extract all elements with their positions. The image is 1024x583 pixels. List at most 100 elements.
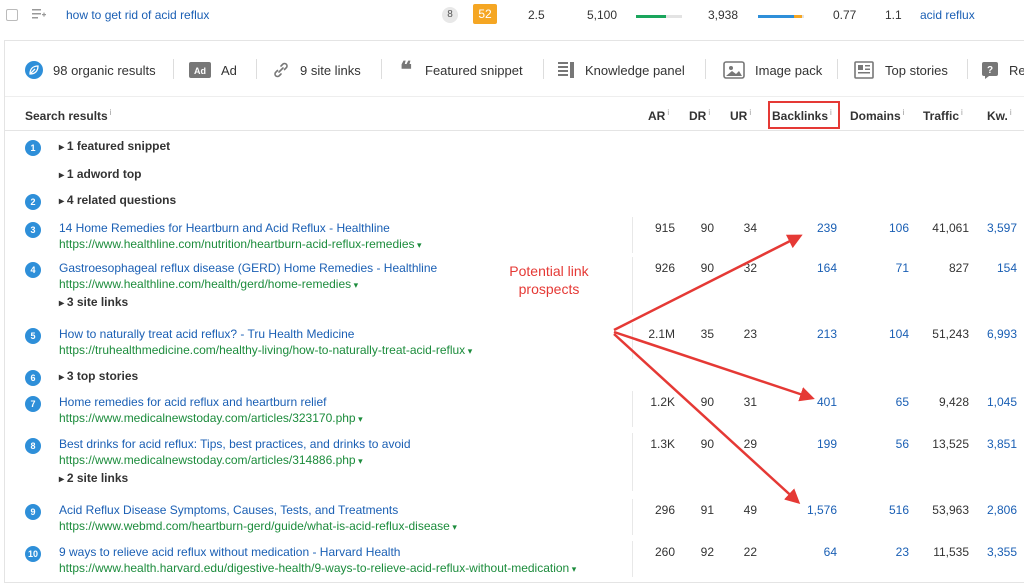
backlinks-cell[interactable]: 64 bbox=[805, 545, 837, 559]
result-title-link[interactable]: How to naturally treat acid reflux? - Tr… bbox=[59, 327, 354, 341]
feature-organic-results[interactable]: 98 organic results bbox=[25, 61, 156, 79]
ur-cell: 31 bbox=[743, 395, 757, 409]
dr-cell: 90 bbox=[700, 437, 714, 451]
rr-value: 1.1 bbox=[885, 8, 902, 22]
ar-cell: 915 bbox=[654, 221, 675, 235]
backlinks-cell[interactable]: 199 bbox=[805, 437, 837, 451]
dr-cell: 35 bbox=[700, 327, 714, 341]
header-dr[interactable]: DR i bbox=[689, 108, 710, 123]
result-title-link[interactable]: Home remedies for acid reflux and heartb… bbox=[59, 395, 326, 409]
domains-cell[interactable]: 104 bbox=[875, 327, 909, 341]
traffic-cell: 827 bbox=[948, 261, 969, 275]
ad-icon: Ad bbox=[189, 61, 211, 79]
column-divider bbox=[632, 257, 633, 315]
traffic-cell: 9,428 bbox=[938, 395, 969, 409]
image-icon bbox=[723, 61, 745, 79]
backlinks-highlight-box bbox=[768, 101, 840, 129]
domains-cell[interactable]: 106 bbox=[875, 221, 909, 235]
backlinks-cell[interactable]: 164 bbox=[805, 261, 837, 275]
group-toggle[interactable]: 4 related questions bbox=[59, 193, 176, 207]
kw-cell[interactable]: 3,851 bbox=[985, 437, 1017, 451]
question-icon: ? bbox=[981, 61, 999, 79]
ar-cell: 1.3K bbox=[650, 437, 675, 451]
domains-cell[interactable]: 516 bbox=[875, 503, 909, 517]
position-badge: 10 bbox=[25, 546, 41, 562]
site-links-toggle[interactable]: 2 site links bbox=[59, 471, 128, 485]
column-divider bbox=[632, 323, 633, 359]
knowledge-panel-icon bbox=[557, 61, 575, 79]
group-toggle[interactable]: 3 top stories bbox=[59, 369, 138, 383]
kw-cell[interactable]: 3,355 bbox=[985, 545, 1017, 559]
result-title-link[interactable]: 14 Home Remedies for Heartburn and Acid … bbox=[59, 221, 390, 235]
dr-cell: 90 bbox=[700, 395, 714, 409]
result-title-link[interactable]: Best drinks for acid reflux: Tips, best … bbox=[59, 437, 411, 451]
feature-image-pack[interactable]: Image pack bbox=[723, 61, 822, 79]
domains-cell[interactable]: 23 bbox=[875, 545, 909, 559]
serp-features-count[interactable]: 8 bbox=[442, 7, 458, 23]
header-ur[interactable]: UR i bbox=[730, 108, 751, 123]
serp-features-bar: 98 organic results Ad Ad 9 site links ❝ … bbox=[5, 41, 1024, 97]
kw-cell[interactable]: 3,597 bbox=[985, 221, 1017, 235]
ar-cell: 260 bbox=[654, 545, 675, 559]
position-badge: 5 bbox=[25, 328, 41, 344]
header-search-results: Search results i bbox=[25, 108, 112, 123]
column-divider bbox=[632, 499, 633, 535]
result-url-link[interactable]: https://www.healthline.com/nutrition/hea… bbox=[59, 237, 422, 251]
feature-knowledge-panel[interactable]: Knowledge panel bbox=[557, 61, 685, 79]
row-checkbox[interactable] bbox=[6, 9, 18, 21]
header-ar[interactable]: AR i bbox=[648, 108, 669, 123]
ur-cell: 22 bbox=[743, 545, 757, 559]
header-traffic[interactable]: Traffic i bbox=[923, 108, 963, 123]
add-to-list-icon[interactable] bbox=[32, 8, 46, 20]
header-domains[interactable]: Domains i bbox=[850, 108, 904, 123]
traffic-cell: 51,243 bbox=[932, 327, 969, 341]
traffic-cell: 53,963 bbox=[932, 503, 969, 517]
parent-topic-link[interactable]: acid reflux bbox=[920, 8, 975, 22]
kw-cell[interactable]: 154 bbox=[985, 261, 1017, 275]
position-badge: 2 bbox=[25, 194, 41, 210]
keyword-row: how to get rid of acid reflux 8 52 2.5 5… bbox=[0, 0, 1024, 32]
domains-cell[interactable]: 65 bbox=[875, 395, 909, 409]
feature-site-links[interactable]: 9 site links bbox=[272, 61, 361, 79]
group-toggle[interactable]: 1 featured snippet bbox=[59, 139, 170, 153]
leaf-icon bbox=[25, 61, 43, 79]
feature-related-questions[interactable]: ? Re bbox=[981, 61, 1024, 79]
backlinks-cell[interactable]: 1,576 bbox=[805, 503, 837, 517]
backlinks-cell[interactable]: 401 bbox=[805, 395, 837, 409]
result-url-link[interactable]: https://www.medicalnewstoday.com/article… bbox=[59, 453, 363, 467]
header-keywords[interactable]: Kw. i bbox=[987, 108, 1012, 123]
kw-cell[interactable]: 6,993 bbox=[985, 327, 1017, 341]
position-badge: 1 bbox=[25, 140, 41, 156]
result-title-link[interactable]: Acid Reflux Disease Symptoms, Causes, Te… bbox=[59, 503, 398, 517]
domains-cell[interactable]: 56 bbox=[875, 437, 909, 451]
annotation-label: Potential link prospects bbox=[509, 263, 589, 297]
backlinks-cell[interactable]: 239 bbox=[805, 221, 837, 235]
backlinks-cell[interactable]: 213 bbox=[805, 327, 837, 341]
result-title-link[interactable]: 9 ways to relieve acid reflux without me… bbox=[59, 545, 400, 559]
dr-cell: 90 bbox=[700, 221, 714, 235]
result-title-link[interactable]: Gastroesophageal reflux disease (GERD) H… bbox=[59, 261, 437, 275]
ar-cell: 296 bbox=[654, 503, 675, 517]
result-url-link[interactable]: https://www.medicalnewstoday.com/article… bbox=[59, 411, 363, 425]
cpc-value: 2.5 bbox=[528, 8, 545, 22]
domains-cell[interactable]: 71 bbox=[875, 261, 909, 275]
keyword-difficulty-badge: 52 bbox=[473, 4, 497, 24]
feature-featured-snippet[interactable]: ❝ Featured snippet bbox=[397, 57, 523, 83]
feature-ad[interactable]: Ad Ad bbox=[189, 61, 237, 79]
result-url-link[interactable]: https://www.health.harvard.edu/digestive… bbox=[59, 561, 576, 575]
result-url-link[interactable]: https://truhealthmedicine.com/healthy-li… bbox=[59, 343, 472, 357]
keyword-link[interactable]: how to get rid of acid reflux bbox=[66, 8, 209, 22]
group-toggle[interactable]: 1 adword top bbox=[59, 167, 142, 181]
ar-cell: 1.2K bbox=[650, 395, 675, 409]
kw-cell[interactable]: 1,045 bbox=[985, 395, 1017, 409]
result-url-link[interactable]: https://www.webmd.com/heartburn-gerd/gui… bbox=[59, 519, 457, 533]
dr-cell: 92 bbox=[700, 545, 714, 559]
site-links-toggle[interactable]: 3 site links bbox=[59, 295, 128, 309]
svg-text:Ad: Ad bbox=[194, 66, 206, 76]
feature-top-stories[interactable]: Top stories bbox=[853, 61, 948, 79]
kw-cell[interactable]: 2,806 bbox=[985, 503, 1017, 517]
ar-cell: 2.1M bbox=[648, 327, 675, 341]
result-url-link[interactable]: https://www.healthline.com/health/gerd/h… bbox=[59, 277, 358, 291]
link-icon bbox=[272, 61, 290, 79]
volume-value: 5,100 bbox=[587, 8, 618, 22]
